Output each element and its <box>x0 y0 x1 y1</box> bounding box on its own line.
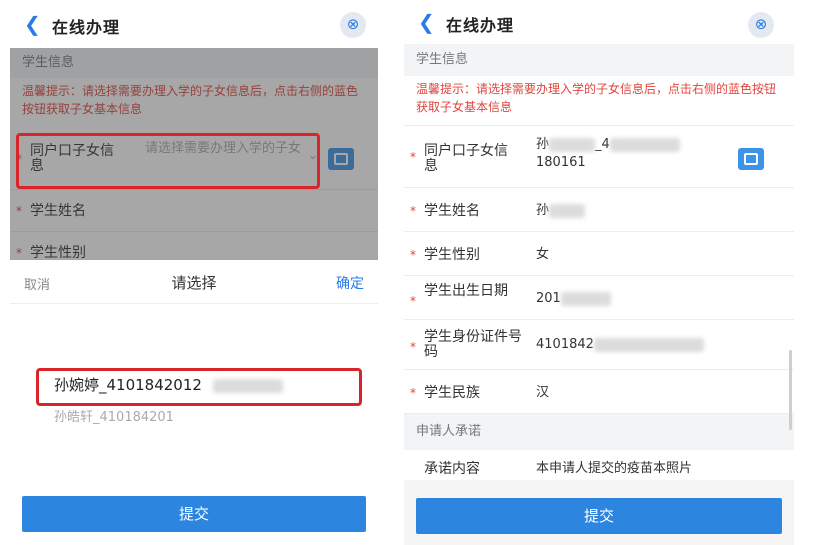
value-text: 4101842 <box>536 337 594 352</box>
value-text: 201 <box>536 291 561 306</box>
row-birth-date: * 学生出生日期 201 <box>404 276 794 320</box>
row-student-gender: * 学生性别 女 <box>404 232 794 276</box>
copy-icon <box>744 153 758 165</box>
redacted-area <box>549 137 596 152</box>
redacted-area <box>609 137 680 152</box>
row-household-child[interactable]: * 同户口子女信息 孙 _4 180161 <box>404 126 794 188</box>
highlight-frame <box>36 368 362 406</box>
household-child-value[interactable]: 孙 _4 180161 <box>536 136 680 172</box>
ethnicity-value: 汉 <box>536 385 550 400</box>
value-text: 孙 <box>536 137 550 152</box>
required-mark: * <box>410 294 416 308</box>
close-icon: ⊗ <box>754 15 768 33</box>
back-arrow-icon[interactable]: ❮ <box>418 10 435 34</box>
picker-sheet: 取消 请选择 确定 孙婉婷_4101842012 孙皓轩_410184201 提… <box>10 260 378 545</box>
hint-text: 温馨提示：请选择需要办理入学的子女信息后，点击右侧的蓝色按钮获取子女基本信息 <box>404 76 794 126</box>
redacted-area <box>593 337 704 352</box>
value-text: _4 <box>595 137 610 152</box>
scrollbar[interactable] <box>789 350 792 430</box>
page-title: 在线办理 <box>52 18 121 37</box>
redacted-area <box>549 203 586 218</box>
student-gender-value: 女 <box>536 247 550 262</box>
submit-button[interactable]: 提交 <box>416 498 782 534</box>
submit-button[interactable]: 提交 <box>22 496 366 532</box>
label-household-child: 同户口子女信息 <box>424 143 508 174</box>
label-birth-date: 学生出生日期 <box>424 283 508 299</box>
top-bar: ❮ 在线办理 ⊗ <box>10 0 378 48</box>
required-mark: * <box>410 150 416 164</box>
section-header-student: 学生信息 <box>404 44 794 76</box>
back-arrow-icon[interactable]: ❮ <box>24 12 41 36</box>
option-text: 孙皓轩_410184201 <box>54 410 174 425</box>
section-header-applicant: 申请人承诺 <box>404 414 794 450</box>
picker-option[interactable]: 孙皓轩_410184201 <box>54 406 174 425</box>
picker-title: 请选择 <box>171 274 217 292</box>
close-icon: ⊗ <box>346 15 360 33</box>
left-phone-screen: ❮ 在线办理 ⊗ 学生信息 温馨提示：请选择需要办理入学的子女信息后，点击右侧的… <box>10 0 378 545</box>
close-button[interactable]: ⊗ <box>748 12 774 38</box>
right-phone-screen: ❮ 在线办理 ⊗ 学生信息 温馨提示：请选择需要办理入学的子女信息后，点击右侧的… <box>404 0 794 545</box>
commitment-value: 本申请人提交的疫苗本照片 <box>536 461 693 476</box>
required-mark: * <box>410 340 416 354</box>
label-ethnicity: 学生民族 <box>424 385 480 401</box>
value-text: 180161 <box>536 155 586 170</box>
row-id-number: * 学生身份证件号码 4101842 <box>404 320 794 370</box>
page-title: 在线办理 <box>446 16 515 35</box>
value-text: 孙 <box>536 203 550 218</box>
id-number-value: 4101842 <box>536 336 704 354</box>
picker-confirm-button[interactable]: 确定 <box>336 273 364 293</box>
top-bar: ❮ 在线办理 ⊗ <box>404 0 794 44</box>
required-mark: * <box>410 204 416 218</box>
label-student-gender: 学生性别 <box>424 247 480 263</box>
highlight-frame <box>16 133 320 189</box>
fetch-info-button[interactable] <box>738 148 764 170</box>
required-mark: * <box>410 386 416 400</box>
picker-header: 取消 请选择 确定 <box>10 260 378 304</box>
birth-date-value: 201 <box>536 290 611 308</box>
label-student-name: 学生姓名 <box>424 203 480 219</box>
row-ethnicity: * 学生民族 汉 <box>404 370 794 414</box>
label-commitment: 承诺内容 <box>424 461 480 477</box>
close-button[interactable]: ⊗ <box>340 12 366 38</box>
label-id-number: 学生身份证件号码 <box>424 329 522 360</box>
redacted-area <box>560 291 611 306</box>
student-name-value: 孙 <box>536 202 586 220</box>
row-student-name: * 学生姓名 孙 <box>404 188 794 232</box>
required-mark: * <box>410 248 416 262</box>
row-commitment: 承诺内容 本申请人提交的疫苗本照片 <box>404 450 794 478</box>
